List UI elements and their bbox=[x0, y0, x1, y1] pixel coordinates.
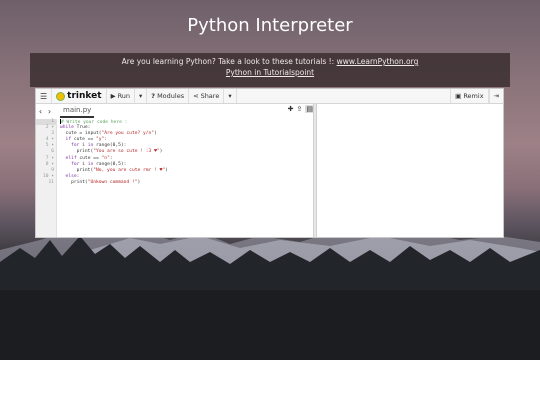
add-file-icon[interactable]: ✚ bbox=[288, 105, 294, 113]
file-bar: ‹ › main.py ✚ ⇪ ▤ bbox=[36, 104, 316, 118]
logo-text: trinket bbox=[67, 91, 102, 101]
fullscreen-button[interactable]: ⇥ bbox=[488, 89, 503, 103]
trinket-embed: ☰ trinket ▶ Run ▾ ? Modules ⋖ Share ▾ ▣ … bbox=[35, 88, 504, 238]
code-token: print( bbox=[76, 167, 94, 173]
code-token: print( bbox=[76, 149, 94, 155]
chevron-right-icon[interactable]: › bbox=[45, 107, 54, 116]
remix-label: Remix bbox=[463, 92, 484, 100]
code-token: ) bbox=[159, 149, 163, 155]
chevron-left-icon[interactable]: ‹ bbox=[36, 107, 45, 116]
modules-button[interactable]: ? Modules bbox=[147, 89, 190, 103]
exit-icon: ⇥ bbox=[493, 92, 499, 100]
run-options-button[interactable]: ▾ bbox=[135, 89, 148, 103]
question-icon: ? bbox=[151, 92, 156, 100]
logo-icon bbox=[56, 91, 66, 101]
code-token: range(0,5): bbox=[96, 143, 127, 149]
code-token: while bbox=[60, 125, 77, 131]
trinket-toolbar: ☰ trinket ▶ Run ▾ ? Modules ⋖ Share ▾ ▣ … bbox=[36, 89, 503, 104]
code-token: True: bbox=[76, 125, 91, 131]
share-button[interactable]: ⋖ Share bbox=[189, 89, 225, 103]
logo-mark: trinket bbox=[56, 91, 102, 101]
banner-text: Are you learning Python? Take a look to … bbox=[121, 57, 335, 66]
code-editor[interactable]: 12 ▾ 3 4 ▾ 5 ▾ 6 7 ▾ 8 ▾ 9 10 ▾ 11 # Write your c… bbox=[36, 119, 312, 237]
tutorial-banner: Are you learning Python? Take a look to … bbox=[30, 53, 510, 87]
code-token: for bbox=[71, 143, 83, 149]
code-token: range(0,5): bbox=[96, 161, 127, 167]
share-label: Share bbox=[200, 92, 220, 100]
trinket-logo[interactable]: trinket bbox=[52, 89, 107, 103]
remix-button[interactable]: ▣ Remix bbox=[450, 89, 489, 103]
code-token: : bbox=[76, 173, 80, 179]
line-number-gutter: 12 ▾ 3 4 ▾ 5 ▾ 6 7 ▾ 8 ▾ 9 10 ▾ 11 bbox=[36, 119, 57, 237]
page-title: Python Interpreter bbox=[187, 15, 353, 36]
code-token: elif bbox=[65, 155, 80, 161]
code-token: ) bbox=[154, 131, 157, 137]
code-token: "No, you are cute rmr ! ♥" bbox=[93, 167, 166, 173]
code-token: : bbox=[104, 137, 108, 143]
code-token: cute = input( bbox=[65, 131, 102, 137]
save-icon: ▣ bbox=[455, 92, 462, 100]
code-token: "n" bbox=[101, 155, 110, 161]
tutorialspoint-link[interactable]: Python in Tutorialspoint bbox=[226, 68, 314, 77]
upload-icon[interactable]: ⇪ bbox=[297, 105, 303, 113]
code-token: ) bbox=[165, 167, 168, 173]
code-line: print("Unkown command !") bbox=[60, 180, 168, 186]
learnpython-link[interactable]: www.LearnPython.org bbox=[337, 57, 419, 66]
code-token: "Unkown command !" bbox=[87, 179, 138, 185]
line-number: 11 bbox=[48, 179, 54, 185]
play-icon: ▶ bbox=[110, 92, 116, 100]
code-token: ) bbox=[137, 179, 141, 185]
menu-button[interactable]: ☰ bbox=[36, 89, 53, 103]
code-token: in bbox=[87, 143, 97, 149]
run-label: Run bbox=[117, 92, 131, 100]
code-token: else bbox=[65, 173, 77, 179]
hamburger-icon: ☰ bbox=[40, 91, 48, 101]
code-token: in bbox=[87, 161, 97, 167]
code-token: if bbox=[65, 137, 74, 143]
code-area[interactable]: # Write your code here : while True: cute… bbox=[60, 119, 168, 186]
run-button[interactable]: ▶ Run bbox=[107, 89, 136, 103]
caret-down-icon: ▾ bbox=[139, 92, 143, 100]
caret-down-icon: ▾ bbox=[228, 92, 232, 100]
code-token: cute == bbox=[79, 155, 102, 161]
share-icon: ⋖ bbox=[193, 92, 199, 100]
file-actions: ✚ ⇪ ▤ bbox=[288, 105, 314, 113]
code-token: cute == bbox=[73, 137, 96, 143]
code-token: for bbox=[71, 161, 83, 167]
tab-main-py[interactable]: main.py bbox=[60, 104, 95, 118]
modules-label: Modules bbox=[157, 92, 185, 100]
output-pane[interactable] bbox=[317, 104, 503, 237]
code-token: "Are you cute? y/n" bbox=[101, 131, 155, 137]
code-token: : bbox=[109, 155, 113, 161]
code-token: "You are so cute ! :3 ♥" bbox=[93, 149, 160, 155]
code-token: print( bbox=[71, 179, 88, 185]
share-options-button[interactable]: ▾ bbox=[224, 89, 237, 103]
